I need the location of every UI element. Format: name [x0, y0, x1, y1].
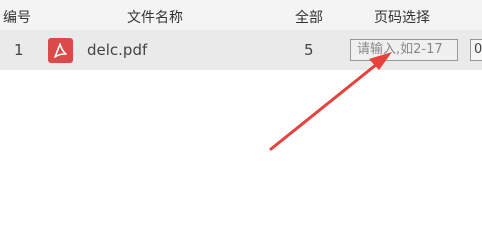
red-arrow-annotation: [269, 52, 392, 151]
